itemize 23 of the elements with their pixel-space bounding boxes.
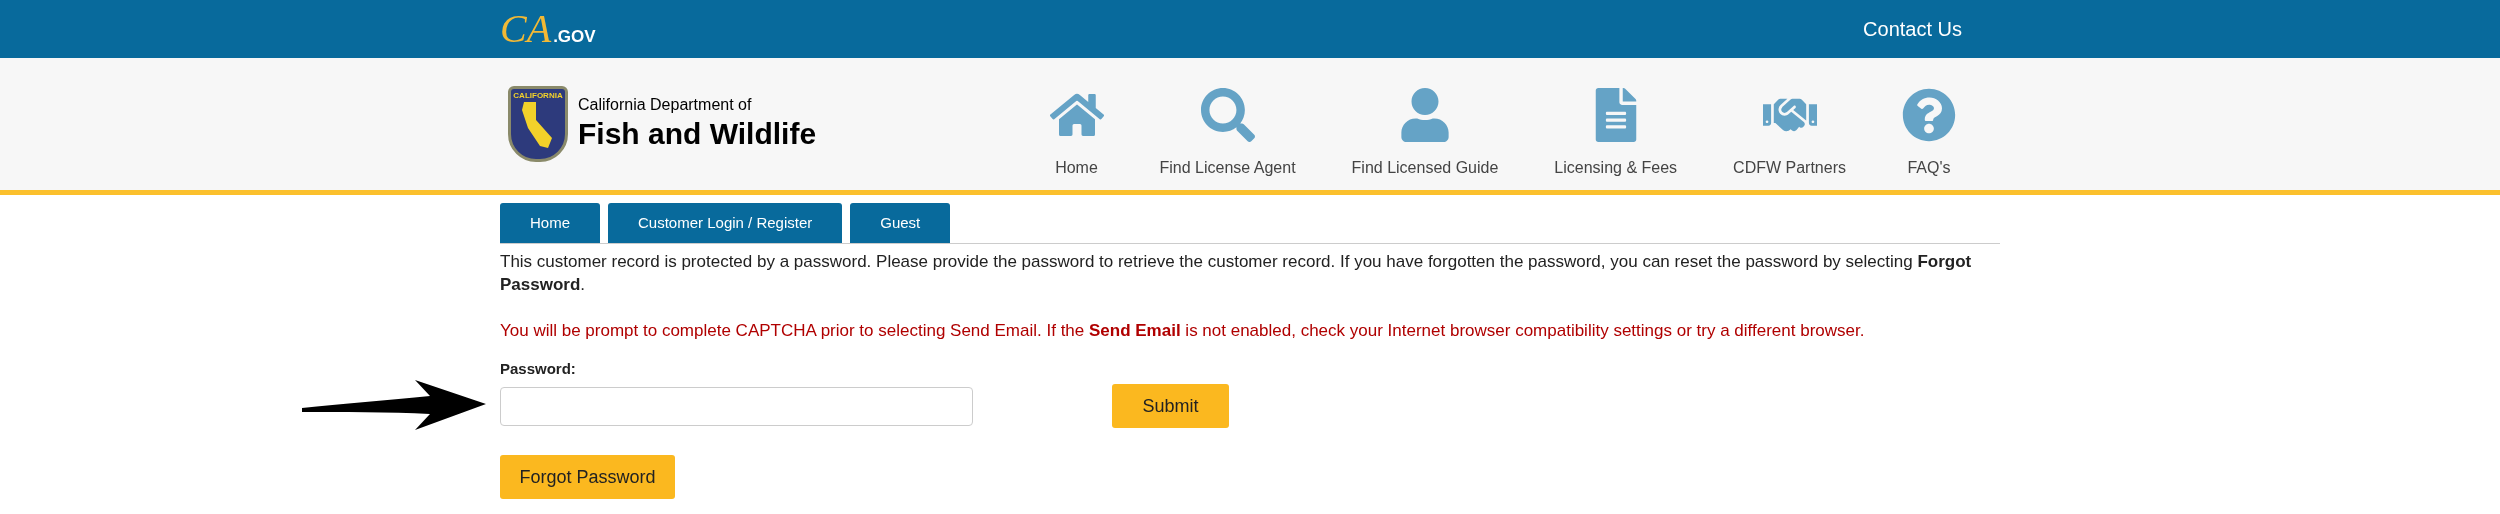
department-name: California Department of: [578, 95, 753, 116]
intro-text: This customer record is protected by a password. Please provide the password to retrieve the customer record. If you have forgotten the password, you can reset the password by selecting Forgot Password.: [500, 251, 1973, 296]
nav-item[interactable]: FAQ's: [1902, 88, 1956, 180]
nav-tab[interactable]: Customer Login / Register: [608, 203, 843, 243]
nav-tab[interactable]: Home: [500, 203, 600, 243]
forgot-password-button[interactable]: Forgot Password: [500, 455, 675, 499]
nav-item[interactable]: Find License Agent: [1159, 88, 1296, 180]
help-icon: [1902, 88, 1956, 142]
password-label: Password:: [500, 358, 577, 379]
nav-item[interactable]: Home: [1049, 88, 1104, 180]
logo-suffix: .GOV: [553, 28, 596, 45]
nav-item[interactable]: CDFW Partners: [1733, 88, 1846, 180]
site-title: Fish and Wildlife: [578, 116, 817, 153]
logo-mark: CA: [500, 9, 552, 49]
captcha-warning: You will be prompt to complete CAPTCHA prior to selecting Send Email. If the Send Email is not enabled, check your Internet browser compatibility settings or try a different browser.: [500, 320, 1866, 342]
nav-item[interactable]: Find Licensed Guide: [1351, 88, 1499, 180]
password-field[interactable]: [500, 386, 973, 426]
seal-logo: CALIFORNIA: [508, 86, 568, 162]
search-icon: [1200, 88, 1255, 142]
nav-item[interactable]: Licensing & Fees: [1554, 88, 1678, 180]
contact-link[interactable]: Contact Us: [1863, 14, 1962, 44]
submit-button[interactable]: Submit: [1112, 384, 1229, 428]
nav-tab[interactable]: Guest: [850, 203, 951, 243]
